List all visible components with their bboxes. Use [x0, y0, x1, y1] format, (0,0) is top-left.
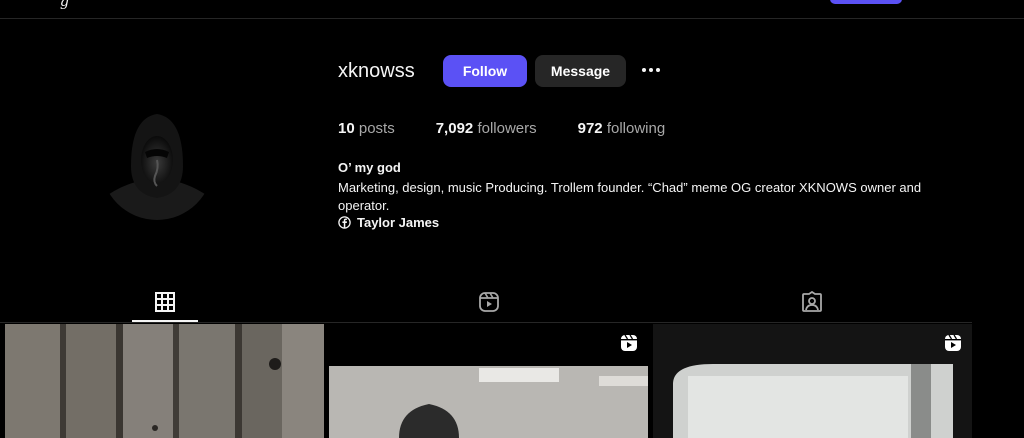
top-nav-bar: g [0, 0, 1024, 19]
tab-posts[interactable] [132, 286, 198, 318]
profile-photo [101, 108, 213, 220]
logo[interactable]: g [60, 0, 69, 10]
posts-stat: 10 posts [338, 120, 395, 137]
bio-facebook-link[interactable]: Taylor James [338, 215, 439, 230]
reels-icon [479, 292, 499, 312]
profile-tabs [0, 284, 972, 323]
grid-post-2[interactable] [329, 324, 648, 438]
top-action-button[interactable] [830, 0, 902, 4]
active-tab-indicator [132, 320, 198, 322]
reel-badge-icon [621, 334, 637, 351]
posts-label: posts [358, 120, 395, 137]
following-stat[interactable]: 972 following [578, 120, 666, 137]
post-thumbnail-window [653, 324, 972, 438]
grid-post-1[interactable] [5, 324, 324, 438]
posts-count: 10 [338, 120, 355, 137]
profile-stats: 10 posts 7,092 followers 972 following [338, 120, 706, 137]
bio-link-label: Taylor James [357, 215, 440, 230]
profile-username: xknowss [338, 60, 415, 82]
following-count: 972 [577, 120, 603, 137]
avatar[interactable] [101, 108, 213, 220]
message-button[interactable]: Message [535, 55, 626, 87]
grid-icon [155, 292, 175, 312]
post-thumbnail-wood-fence [5, 324, 324, 438]
following-label: following [606, 120, 666, 137]
bio-text: Marketing, design, music Producing. Trol… [338, 180, 922, 213]
tab-tagged[interactable] [779, 286, 845, 318]
grid-post-3[interactable] [653, 324, 972, 438]
post-thumbnail-hooded-figure [329, 324, 648, 438]
follow-button[interactable]: Follow [443, 55, 527, 87]
followers-label: followers [477, 120, 537, 137]
facebook-icon [338, 216, 351, 229]
followers-stat[interactable]: 7,092 followers [436, 120, 537, 137]
more-options-icon[interactable] [638, 58, 664, 82]
bio-name: O’ my god [338, 160, 401, 175]
followers-count: 7,092 [435, 120, 474, 137]
tagged-icon [802, 291, 822, 312]
reel-badge-icon [945, 334, 961, 351]
tab-reels[interactable] [456, 286, 522, 318]
